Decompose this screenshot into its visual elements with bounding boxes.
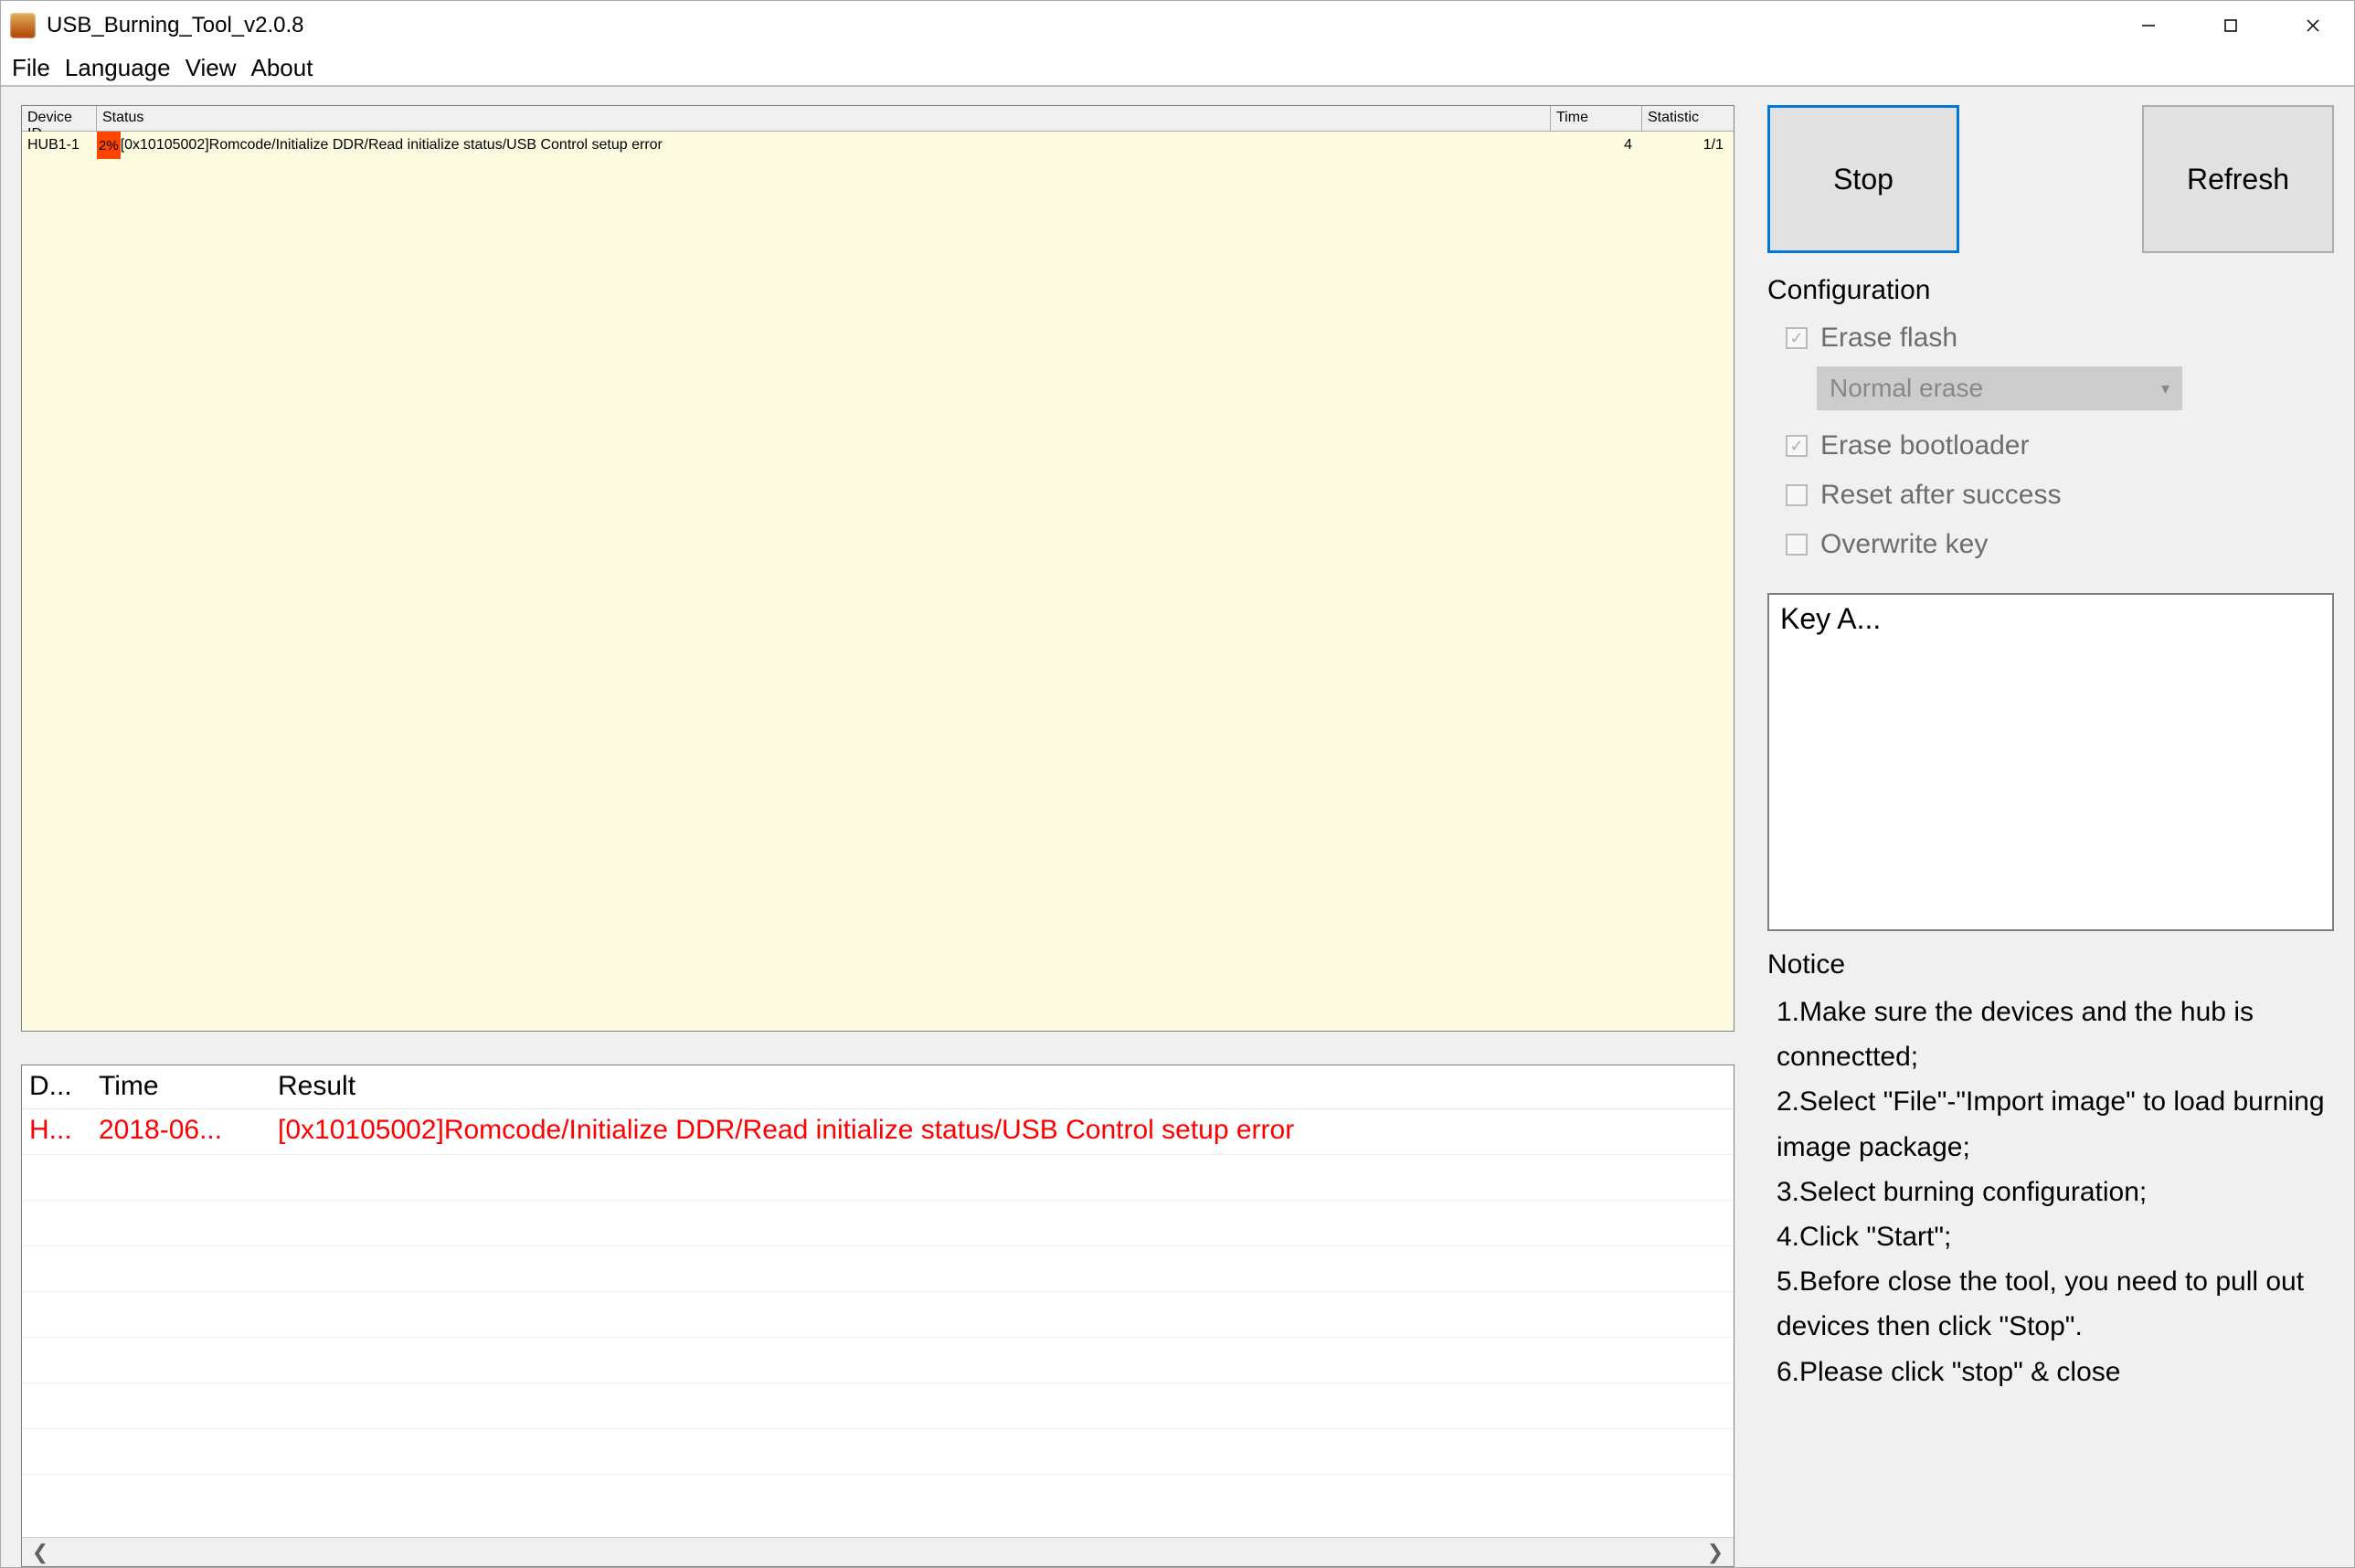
overwrite-key-checkbox	[1786, 534, 1808, 556]
erase-flash-checkbox	[1786, 327, 1808, 349]
result-empty-row	[22, 1155, 1734, 1201]
time-cell: 4	[1551, 132, 1642, 159]
erase-bootloader-checkbox	[1786, 435, 1808, 457]
minimize-button[interactable]	[2107, 1, 2190, 50]
menu-file[interactable]: File	[5, 54, 58, 82]
progress-badge: 2%	[97, 132, 121, 159]
erase-bootloader-option: Erase bootloader	[1767, 421, 2334, 471]
col-time[interactable]: Time	[1551, 106, 1642, 131]
status-cell: 2% [0x10105002]Romcode/Initialize DDR/Re…	[97, 132, 1551, 159]
window-title: USB_Burning_Tool_v2.0.8	[47, 13, 304, 38]
erase-mode-value: Normal erase	[1830, 374, 1983, 403]
scroll-right-icon[interactable]: ❯	[1703, 1540, 1728, 1565]
scroll-left-icon[interactable]: ❮	[27, 1540, 53, 1565]
result-row[interactable]: H... 2018-06... [0x10105002]Romcode/Init…	[22, 1109, 1734, 1155]
key-area-text: Key A...	[1780, 602, 1881, 635]
menubar: File Language View About	[1, 50, 2354, 87]
stat-cell: 1/1	[1642, 132, 1734, 159]
device-id-cell: HUB1-1	[22, 132, 97, 159]
horizontal-scrollbar[interactable]: ❮ ❯	[22, 1537, 1734, 1566]
reset-after-label: Reset after success	[1820, 480, 2061, 511]
chevron-down-icon: ▾	[2161, 379, 2169, 398]
result-empty-row	[22, 1383, 1734, 1429]
app-icon	[10, 13, 36, 38]
erase-flash-label: Erase flash	[1820, 323, 1957, 354]
reset-after-option: Reset after success	[1767, 471, 2334, 520]
result-empty-row	[22, 1338, 1734, 1383]
result-col-d[interactable]: D...	[22, 1065, 91, 1108]
col-statistic[interactable]: Statistic	[1642, 106, 1734, 131]
col-device-id[interactable]: Device ID	[22, 106, 97, 131]
menu-view[interactable]: View	[178, 54, 244, 82]
result-empty-row	[22, 1292, 1734, 1338]
status-message: [0x10105002]Romcode/Initialize DDR/Read …	[121, 137, 663, 154]
configuration-title: Configuration	[1767, 275, 2334, 306]
close-button[interactable]	[2272, 1, 2354, 50]
result-empty-row	[22, 1246, 1734, 1292]
refresh-button[interactable]: Refresh	[2142, 105, 2334, 253]
key-area: Key A...	[1767, 593, 2334, 931]
maximize-button[interactable]	[2190, 1, 2272, 50]
stop-button[interactable]: Stop	[1767, 105, 1959, 253]
result-empty-row	[22, 1201, 1734, 1246]
titlebar: USB_Burning_Tool_v2.0.8	[1, 1, 2354, 50]
erase-mode-select: Normal erase ▾	[1817, 366, 2182, 410]
erase-bootloader-label: Erase bootloader	[1820, 430, 2030, 461]
reset-after-checkbox	[1786, 484, 1808, 506]
menu-about[interactable]: About	[243, 54, 320, 82]
result-result-cell: [0x10105002]Romcode/Initialize DDR/Read …	[271, 1109, 1734, 1154]
overwrite-key-label: Overwrite key	[1820, 529, 1988, 560]
col-status[interactable]: Status	[97, 106, 1551, 131]
device-row[interactable]: HUB1-1 2% [0x10105002]Romcode/Initialize…	[22, 132, 1734, 159]
result-col-time[interactable]: Time	[91, 1065, 271, 1108]
result-col-result[interactable]: Result	[271, 1065, 1734, 1108]
result-table: D... Time Result H... 2018-06... [0x1010…	[21, 1065, 1734, 1567]
notice-body: 1.Make sure the devices and the hub is c…	[1767, 990, 2334, 1394]
menu-language[interactable]: Language	[58, 54, 178, 82]
erase-flash-option: Erase flash	[1767, 313, 2334, 363]
notice-title: Notice	[1767, 949, 2334, 980]
result-time-cell: 2018-06...	[91, 1109, 271, 1154]
result-empty-row	[22, 1429, 1734, 1475]
device-table: Device ID Status Time Statistic HUB1-1 2…	[21, 105, 1734, 1032]
result-d-cell: H...	[22, 1109, 91, 1154]
overwrite-key-option: Overwrite key	[1767, 520, 2334, 569]
